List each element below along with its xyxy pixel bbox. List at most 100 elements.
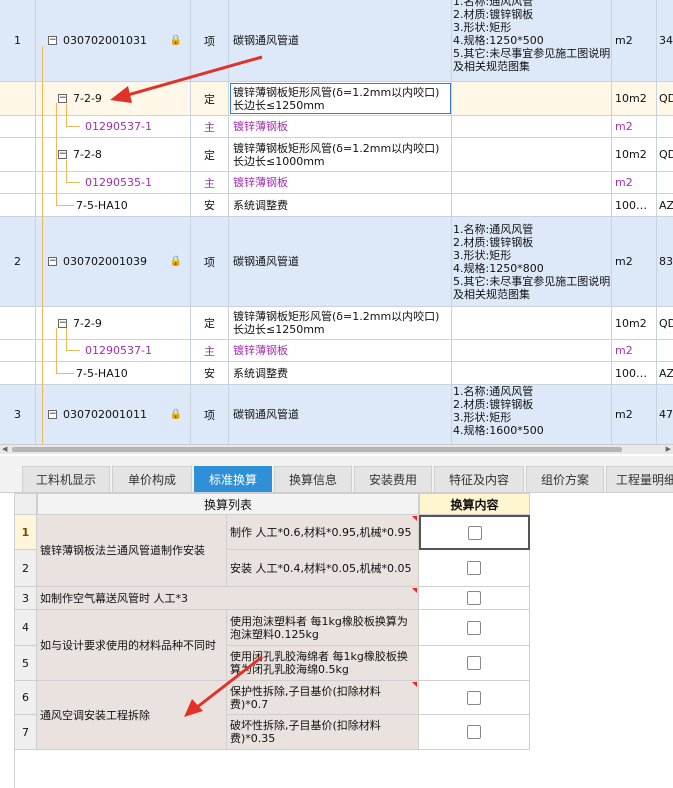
code-cell[interactable]: − 030702001039 🔒 [36, 217, 191, 306]
collapse-icon[interactable]: − [58, 94, 67, 103]
name-cell[interactable]: 碳钢通风管道 [229, 385, 452, 444]
table-row[interactable]: 1 − 030702001031 🔒 项 碳钢通风管道 1.名称:通风风管 2.… [0, 0, 673, 82]
name-cell[interactable]: 镀锌薄钢板 [229, 172, 452, 193]
tab-install-fees[interactable]: 安装费用 [354, 466, 432, 492]
table-row[interactable]: 2 − 030702001039 🔒 项 碳钢通风管道 1.名称:通风风管 2.… [0, 217, 673, 307]
features-cell[interactable] [452, 172, 612, 193]
row-number[interactable]: 3 [14, 587, 37, 610]
conversion-option: 破坏性拆除,子目基价(扣除材料费)*0.35 [227, 715, 419, 750]
collapse-icon[interactable]: − [58, 150, 67, 159]
conversion-checkbox-cell[interactable] [419, 587, 530, 610]
table-row[interactable]: − 7-2-9 定 镀锌薄钢板矩形风管(δ=1.2mm以内咬口) 长边长≤125… [0, 82, 673, 116]
collapse-icon[interactable]: − [48, 257, 57, 266]
checkbox[interactable] [467, 591, 481, 605]
scroll-left-icon[interactable]: ◀ [2, 445, 7, 453]
code-text: 01290535-1 [85, 176, 152, 189]
feature-line: 2.材质:镀锌钢板 [453, 398, 534, 411]
tab-pricing-plan[interactable]: 组价方案 [526, 466, 604, 492]
scroll-right-icon[interactable]: ▶ [666, 445, 671, 453]
name-cell[interactable]: 镀锌薄钢板矩形风管(δ=1.2mm以内咬口) 长边长≤1000mm [229, 138, 452, 171]
features-cell[interactable]: 1.名称:通风风管 2.材质:镀锌钢板 3.形状:矩形 4.规格:1250*50… [452, 0, 612, 81]
features-cell[interactable]: 1.名称:通风风管 2.材质:镀锌钢板 3.形状:矩形 4.规格:1600*50… [452, 385, 612, 444]
table-row[interactable]: 01290537-1 主 镀锌薄钢板 m2 [0, 116, 673, 138]
quantity-cell [657, 340, 673, 361]
name-cell[interactable]: 碳钢通风管道 [229, 0, 452, 81]
tab-standard-conversion[interactable]: 标准换算 [194, 466, 272, 492]
code-cell[interactable]: − 030702001031 🔒 [36, 0, 191, 81]
features-cell[interactable] [452, 138, 612, 171]
conversion-option: 使用闭孔乳胶海绵者 每1kg橡胶板换算为闭孔乳胶海绵0.5kg [227, 646, 419, 681]
conversion-checkbox-cell[interactable] [419, 550, 530, 587]
row-number[interactable]: 1 [14, 515, 37, 550]
tree-line [66, 126, 80, 127]
checkbox[interactable] [467, 561, 481, 575]
row-number[interactable]: 7 [14, 715, 37, 750]
row-number [0, 172, 36, 193]
collapse-icon[interactable]: − [58, 318, 67, 328]
collapse-icon[interactable]: − [48, 36, 57, 45]
name-cell[interactable]: 镀锌薄钢板矩形风管(δ=1.2mm以内咬口) 长边长≤1250mm [229, 307, 452, 339]
name-cell[interactable]: 系统调整费 [229, 194, 452, 216]
features-cell[interactable] [452, 340, 612, 361]
collapse-icon[interactable]: − [48, 410, 57, 419]
code-cell[interactable]: − 030702001011 🔒 [36, 385, 191, 444]
row-number[interactable]: 6 [14, 681, 37, 715]
checkbox[interactable] [467, 525, 482, 540]
unit-cell: m2 [612, 0, 657, 81]
checkbox[interactable] [467, 656, 481, 670]
name-cell[interactable]: 镀锌薄钢板 [229, 116, 452, 137]
code-cell[interactable]: − 7-2-9 [36, 307, 191, 339]
name-cell[interactable]: 系统调整费 [229, 362, 452, 384]
option-text: 制作 人工*0.6,材料*0.95,机械*0.95 [230, 525, 412, 539]
features-cell[interactable]: 1.名称:通风风管 2.材质:镀锌钢板 3.形状:矩形 4.规格:1250*80… [452, 217, 612, 306]
conversion-checkbox-cell[interactable] [419, 646, 530, 681]
features-cell[interactable] [452, 307, 612, 339]
name-cell[interactable]: 碳钢通风管道 [229, 217, 452, 306]
features-cell[interactable] [452, 362, 612, 384]
name-cell[interactable]: 镀锌薄钢板矩形风管(δ=1.2mm以内咬口) 长边长≤1250mm [229, 82, 452, 115]
horizontal-scrollbar[interactable]: ◀ ▶ [0, 444, 673, 454]
code-cell[interactable]: 01290535-1 [36, 172, 191, 193]
code-cell[interactable]: − 7-2-9 [36, 82, 191, 115]
row-number[interactable]: 4 [14, 610, 37, 646]
checkbox[interactable] [467, 690, 481, 705]
category-cell: 主 [191, 116, 229, 137]
code-cell[interactable]: − 7-2-8 [36, 138, 191, 171]
tab-labor-material-machine[interactable]: 工料机显示 [22, 466, 110, 492]
conversion-group: 镀锌薄钢板法兰通风管道制作安装 [37, 515, 227, 587]
table-row[interactable]: 7-5-HA10 安 系统调整费 100… AZ [0, 194, 673, 217]
conversion-checkbox-cell[interactable] [419, 681, 530, 715]
table-row[interactable]: 3 − 030702001011 🔒 项 碳钢通风管道 1.名称:通风风管 2.… [0, 385, 673, 444]
table-row[interactable]: 01290535-1 主 镀锌薄钢板 m2 [0, 172, 673, 194]
conversion-checkbox-cell[interactable] [419, 515, 530, 550]
table-row[interactable]: 7-5-HA10 安 系统调整费 100… AZ [0, 362, 673, 385]
category-cell: 项 [191, 0, 229, 81]
row-number[interactable]: 5 [14, 646, 37, 681]
code-cell[interactable]: 01290537-1 [36, 116, 191, 137]
checkbox[interactable] [467, 620, 481, 635]
bill-of-quantities-grid[interactable]: 1 − 030702001031 🔒 项 碳钢通风管道 1.名称:通风风管 2.… [0, 0, 673, 444]
code-cell[interactable]: 01290537-1 [36, 340, 191, 361]
row-number [0, 340, 36, 361]
tab-conversion-info[interactable]: 换算信息 [274, 466, 352, 492]
conversion-checkbox-cell[interactable] [419, 610, 530, 646]
feature-line: 2.材质:镀锌钢板 [453, 235, 534, 249]
features-cell[interactable] [452, 194, 612, 216]
name-cell[interactable]: 镀锌薄钢板 [229, 340, 452, 361]
table-row[interactable]: − 7-2-9 定 镀锌薄钢板矩形风管(δ=1.2mm以内咬口) 长边长≤125… [0, 307, 673, 340]
scrollbar-thumb[interactable] [12, 447, 622, 452]
category-cell: 安 [191, 194, 229, 216]
table-row[interactable]: − 7-2-8 定 镀锌薄钢板矩形风管(δ=1.2mm以内咬口) 长边长≤100… [0, 138, 673, 172]
conversion-checkbox-cell[interactable] [419, 715, 530, 750]
checkbox[interactable] [467, 725, 481, 739]
table-row[interactable]: 01290537-1 主 镀锌薄钢板 m2 [0, 340, 673, 362]
conversion-option: 制作 人工*0.6,材料*0.95,机械*0.95 [227, 515, 419, 550]
code-text: 01290537-1 [85, 120, 152, 133]
row-number[interactable]: 2 [14, 550, 37, 587]
tab-quantity-detail[interactable]: 工程量明细 [606, 466, 673, 492]
features-cell[interactable] [452, 82, 612, 115]
tab-unit-price[interactable]: 单价构成 [112, 466, 192, 492]
features-cell[interactable] [452, 116, 612, 137]
tab-features-content[interactable]: 特征及内容 [434, 466, 524, 492]
category-cell: 项 [191, 217, 229, 306]
